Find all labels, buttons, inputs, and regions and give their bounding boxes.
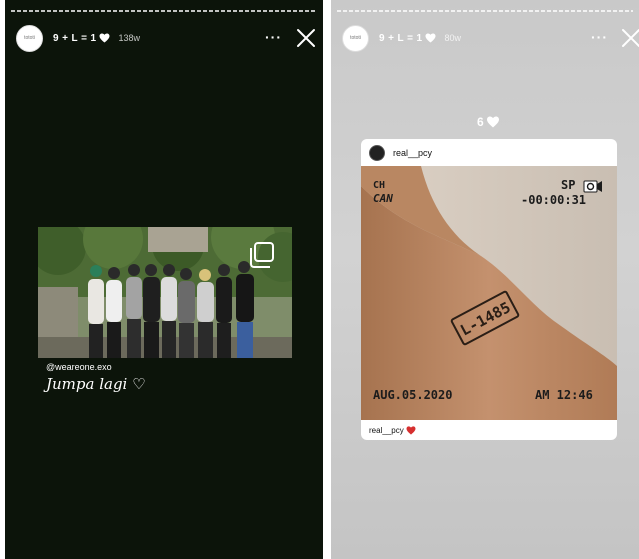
story-username[interactable]: 9 + L = 1 — [53, 33, 96, 44]
story-time-ago: 138w — [118, 33, 140, 43]
group-photo[interactable] — [38, 227, 292, 358]
heart-count-label: 6 — [477, 115, 500, 129]
profile-avatar[interactable]: tototi — [342, 24, 369, 52]
mention-tag[interactable]: @weareone.exo — [46, 362, 112, 372]
vhs-date: AUG.05.2020 — [373, 388, 453, 402]
shared-post-username[interactable]: real__pcy — [393, 148, 432, 158]
camera-icon — [583, 180, 602, 193]
story-time-ago: 80w — [444, 33, 461, 43]
more-options-button[interactable]: ··· — [265, 29, 282, 45]
vhs-mode-top: CH — [373, 180, 386, 191]
white-heart-icon — [99, 33, 110, 43]
story-panel-right[interactable]: tototi 9 + L = 1 80w ··· 6 real__pcy L-1… — [331, 0, 639, 559]
story-progress-bar — [11, 10, 317, 12]
vhs-timer: -00:00:31 — [521, 193, 587, 207]
shared-post-avatar[interactable] — [369, 144, 385, 161]
shared-post-header: real__pcy — [361, 139, 617, 166]
story-caption: Jumpa lagi ♡ — [46, 375, 146, 393]
tattoo-photo[interactable]: L-1485 CH CAN SP -00:00:31 AUG.05.2020 A… — [361, 166, 617, 420]
story-progress-bar — [337, 10, 633, 12]
heart-count: 6 — [477, 115, 484, 129]
repost-icon — [250, 242, 274, 268]
vhs-sp-label: SP — [561, 178, 576, 192]
more-options-button[interactable]: ··· — [591, 29, 608, 45]
story-panel-left[interactable]: tototi 9 + L = 1 138w ··· @weareone.exo … — [5, 0, 323, 559]
shared-post-footer: real__pcy — [369, 426, 416, 435]
white-heart-icon — [486, 116, 499, 128]
shared-post-footer-username[interactable]: real__pcy — [369, 426, 404, 435]
vhs-time: AM 12:46 — [535, 388, 593, 402]
profile-avatar[interactable]: tototi — [16, 24, 43, 52]
close-icon[interactable] — [621, 28, 639, 48]
story-username[interactable]: 9 + L = 1 — [379, 33, 422, 44]
vhs-mode-bottom: CAN — [373, 192, 393, 205]
white-heart-icon — [425, 33, 436, 43]
close-icon[interactable] — [296, 28, 316, 48]
red-heart-icon — [406, 426, 416, 435]
shared-post-card[interactable]: real__pcy L-1485 CH CAN SP -00:00:31 AUG… — [361, 139, 617, 440]
